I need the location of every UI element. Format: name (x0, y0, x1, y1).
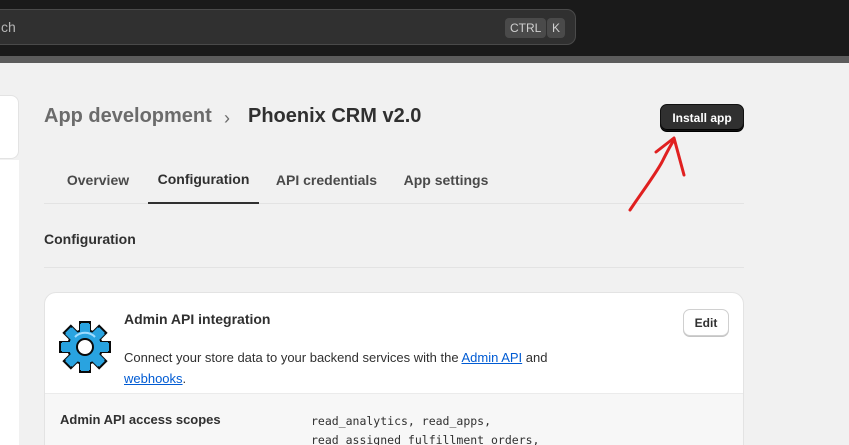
card-description-text: Connect your store data to your backend … (124, 350, 462, 365)
annotation-arrow-icon (628, 136, 686, 212)
install-app-button[interactable]: Install app (660, 104, 744, 131)
breadcrumb-app-development[interactable]: App development (44, 105, 212, 128)
webhooks-link[interactable]: webhooks (124, 371, 183, 386)
top-bar: ch CTRL K (0, 0, 849, 56)
top-bar-divider (0, 56, 849, 63)
card-title: Admin API integration (124, 311, 271, 327)
sidebar-panel-lower (0, 160, 19, 445)
tab-configuration[interactable]: Configuration (148, 156, 259, 204)
card-description-and: and (522, 350, 548, 365)
card-description: Connect your store data to your backend … (124, 347, 604, 389)
access-scopes-section: Admin API access scopes read_analytics, … (45, 393, 743, 445)
tab-overview[interactable]: Overview (56, 156, 140, 204)
section-divider (44, 267, 744, 268)
scope-line: read_analytics, read_apps, (311, 414, 492, 428)
scope-line: read_assigned_fulfillment_orders, (311, 433, 540, 445)
tab-app-settings[interactable]: App settings (394, 156, 498, 204)
tab-api-credentials[interactable]: API credentials (267, 156, 386, 204)
admin-api-card: Admin API integration Edit Connect your … (44, 292, 744, 445)
ctrl-key-hint: CTRL (505, 18, 547, 38)
search-bar[interactable]: ch CTRL K (0, 9, 576, 45)
scopes-label: Admin API access scopes (60, 412, 221, 427)
page-title: Phoenix CRM v2.0 (248, 105, 422, 127)
scopes-list: read_analytics, read_apps, read_assigned… (311, 412, 539, 445)
card-description-period: . (182, 371, 187, 386)
gear-icon (59, 321, 111, 373)
sidebar-panel (0, 95, 19, 159)
k-key-hint: K (547, 18, 566, 38)
section-title: Configuration (44, 231, 136, 247)
admin-api-link[interactable]: Admin API (461, 350, 522, 365)
edit-button[interactable]: Edit (683, 309, 729, 336)
search-input[interactable]: ch (1, 19, 16, 35)
chevron-right-icon: › (224, 108, 230, 128)
